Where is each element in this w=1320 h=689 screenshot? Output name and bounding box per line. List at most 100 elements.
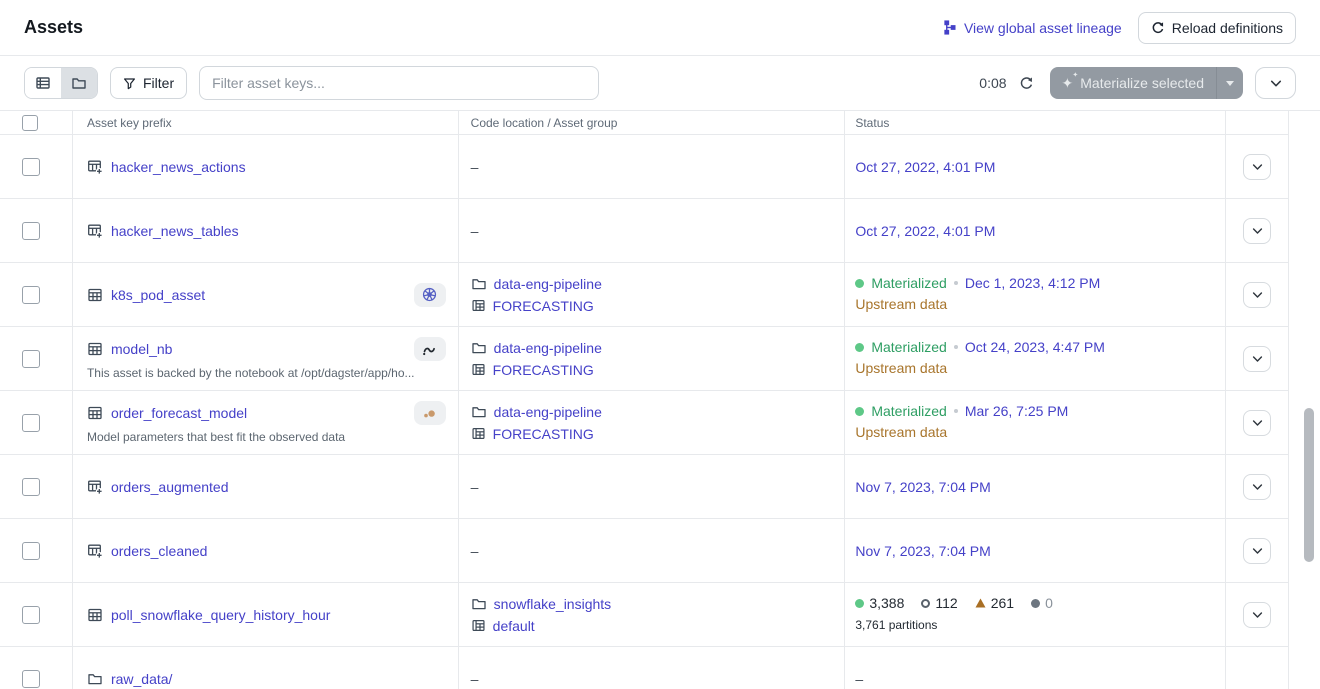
chevron-down-icon	[1252, 419, 1263, 427]
row-checkbox[interactable]	[22, 222, 40, 240]
asset-key-link[interactable]: order_forecast_model	[111, 405, 247, 421]
filter-funnel-icon	[123, 77, 136, 90]
materialization-time-link[interactable]: Mar 26, 7:25 PM	[965, 403, 1069, 419]
code-location-link[interactable]: data-eng-pipeline	[494, 276, 602, 292]
row-expand-button[interactable]	[1243, 602, 1271, 628]
materialization-time-link[interactable]: Nov 7, 2023, 7:04 PM	[855, 543, 1225, 559]
folder-view-toggle[interactable]	[61, 68, 97, 98]
no-status-dash: –	[855, 671, 1225, 687]
row-checkbox[interactable]	[22, 158, 40, 176]
table-row: hacker_news_tables –Oct 27, 2022, 4:01 PM	[0, 199, 1288, 263]
asset-plus-icon	[87, 479, 103, 495]
row-expand-button[interactable]	[1243, 282, 1271, 308]
table-header-row: Asset key prefix Code location / Asset g…	[0, 111, 1288, 135]
asset-group-link[interactable]: FORECASTING	[493, 298, 594, 314]
row-expand-button[interactable]	[1243, 538, 1271, 564]
status-cell: Materialized Dec 1, 2023, 4:12 PM Upstream…	[844, 263, 1225, 326]
status-cell: Nov 7, 2023, 7:04 PM	[844, 519, 1225, 582]
no-location-dash: –	[471, 223, 845, 239]
chevron-down-icon	[1252, 483, 1263, 491]
asset-key-cell: k8s_pod_asset	[72, 263, 458, 326]
table-row: model_nbThis asset is backed by the note…	[0, 327, 1288, 391]
status-cell: MaterializedOct 24, 2023, 4:47 PMUpstrea…	[844, 327, 1225, 390]
asset-plus-icon	[87, 543, 103, 559]
materialized-label: Materialized	[871, 339, 946, 355]
separator-dot	[954, 281, 958, 285]
collapse-panel-button[interactable]	[1255, 67, 1296, 99]
row-expand-button[interactable]	[1243, 474, 1271, 500]
table-row: orders_augmented –Nov 7, 2023, 7:04 PM	[0, 455, 1288, 519]
filter-button[interactable]: Filter	[110, 67, 187, 99]
asset-key-link[interactable]: hacker_news_actions	[111, 159, 246, 175]
code-location-link[interactable]: snowflake_insights	[494, 596, 612, 612]
assets-table-wrap: Asset key prefix Code location / Asset g…	[0, 111, 1320, 689]
page-title: Assets	[24, 17, 83, 38]
row-expand-button[interactable]	[1243, 218, 1271, 244]
row-checkbox-cell	[0, 391, 72, 454]
asset-group-link[interactable]: FORECASTING	[493, 426, 594, 442]
row-checkbox[interactable]	[22, 350, 40, 368]
materialize-button-label: Materialize selected	[1080, 75, 1204, 91]
asset-key-link[interactable]: orders_cleaned	[111, 543, 208, 559]
materialization-time-link[interactable]: Oct 27, 2022, 4:01 PM	[855, 159, 1225, 175]
partition-count-value: 3,388	[869, 595, 904, 611]
row-expand-button[interactable]	[1243, 154, 1271, 180]
row-actions-cell	[1225, 455, 1288, 518]
partition-count-value: 0	[1045, 595, 1053, 611]
materialization-time-link[interactable]: Nov 7, 2023, 7:04 PM	[855, 479, 1225, 495]
row-checkbox[interactable]	[22, 414, 40, 432]
row-checkbox[interactable]	[22, 670, 40, 688]
asset-key-cell: hacker_news_actions	[72, 135, 458, 198]
asset-group-link[interactable]: FORECASTING	[493, 362, 594, 378]
asset-key-cell: hacker_news_tables	[72, 199, 458, 262]
code-location-link[interactable]: data-eng-pipeline	[494, 340, 602, 356]
view-global-asset-lineage-link[interactable]: View global asset lineage	[943, 20, 1122, 36]
asset-group-link[interactable]: default	[493, 618, 535, 634]
code-location-link[interactable]: data-eng-pipeline	[494, 404, 602, 420]
row-checkbox[interactable]	[22, 542, 40, 560]
asset-key-cell: model_nbThis asset is backed by the note…	[72, 327, 458, 390]
partition-count-value: 112	[935, 595, 957, 611]
asset-key-link[interactable]: poll_snowflake_query_history_hour	[111, 607, 330, 623]
row-expand-button[interactable]	[1243, 410, 1271, 436]
row-checkbox[interactable]	[22, 606, 40, 624]
triangle	[975, 598, 986, 608]
row-checkbox-cell	[0, 199, 72, 262]
vertical-scrollbar-thumb[interactable]	[1304, 408, 1314, 562]
asset-key-filter-input[interactable]	[199, 66, 599, 100]
reload-definitions-button[interactable]: Reload definitions	[1138, 12, 1296, 44]
materialized-label: Materialized	[871, 275, 946, 291]
status-cell: MaterializedMar 26, 7:25 PMUpstream data	[844, 391, 1225, 454]
table-icon	[87, 287, 103, 303]
asset-key-link[interactable]: orders_augmented	[111, 479, 229, 495]
partition-ring-icon	[921, 599, 930, 608]
materialize-selected-button[interactable]: ✦✦ Materialize selected	[1050, 67, 1216, 99]
materialization-time-link[interactable]: Oct 24, 2023, 4:47 PM	[965, 339, 1105, 355]
code-location-cell: –	[458, 455, 845, 518]
row-checkbox[interactable]	[22, 478, 40, 496]
materialized-dot-icon	[855, 279, 864, 288]
asset-key-link[interactable]: raw_data/	[111, 671, 172, 687]
row-checkbox[interactable]	[22, 286, 40, 304]
asset-key-link[interactable]: model_nb	[111, 341, 173, 357]
asset-key-cell: orders_cleaned	[72, 519, 458, 582]
code-location-cell: data-eng-pipeline FORECASTING	[458, 263, 845, 326]
asset-key-link[interactable]: k8s_pod_asset	[111, 287, 205, 303]
partition-count: 112	[921, 595, 957, 611]
materialization-time-link[interactable]: Dec 1, 2023, 4:12 PM	[965, 275, 1100, 291]
materialization-time-link[interactable]: Oct 27, 2022, 4:01 PM	[855, 223, 1225, 239]
partition-count-value: 261	[991, 595, 1014, 611]
chevron-down-icon	[1252, 355, 1263, 363]
upstream-data-label: Upstream data	[855, 296, 947, 312]
no-location-dash: –	[471, 159, 845, 175]
folder-view-icon	[71, 75, 87, 91]
asset-key-link[interactable]: hacker_news_tables	[111, 223, 239, 239]
list-view-toggle[interactable]	[25, 68, 61, 98]
select-all-checkbox[interactable]	[22, 115, 38, 131]
materialize-dropdown-toggle[interactable]	[1216, 67, 1243, 99]
row-expand-button[interactable]	[1243, 346, 1271, 372]
folder-icon	[471, 276, 487, 292]
asset-plus-icon	[87, 159, 103, 175]
refresh-icon[interactable]	[1019, 76, 1034, 91]
noteable-icon	[421, 342, 438, 357]
